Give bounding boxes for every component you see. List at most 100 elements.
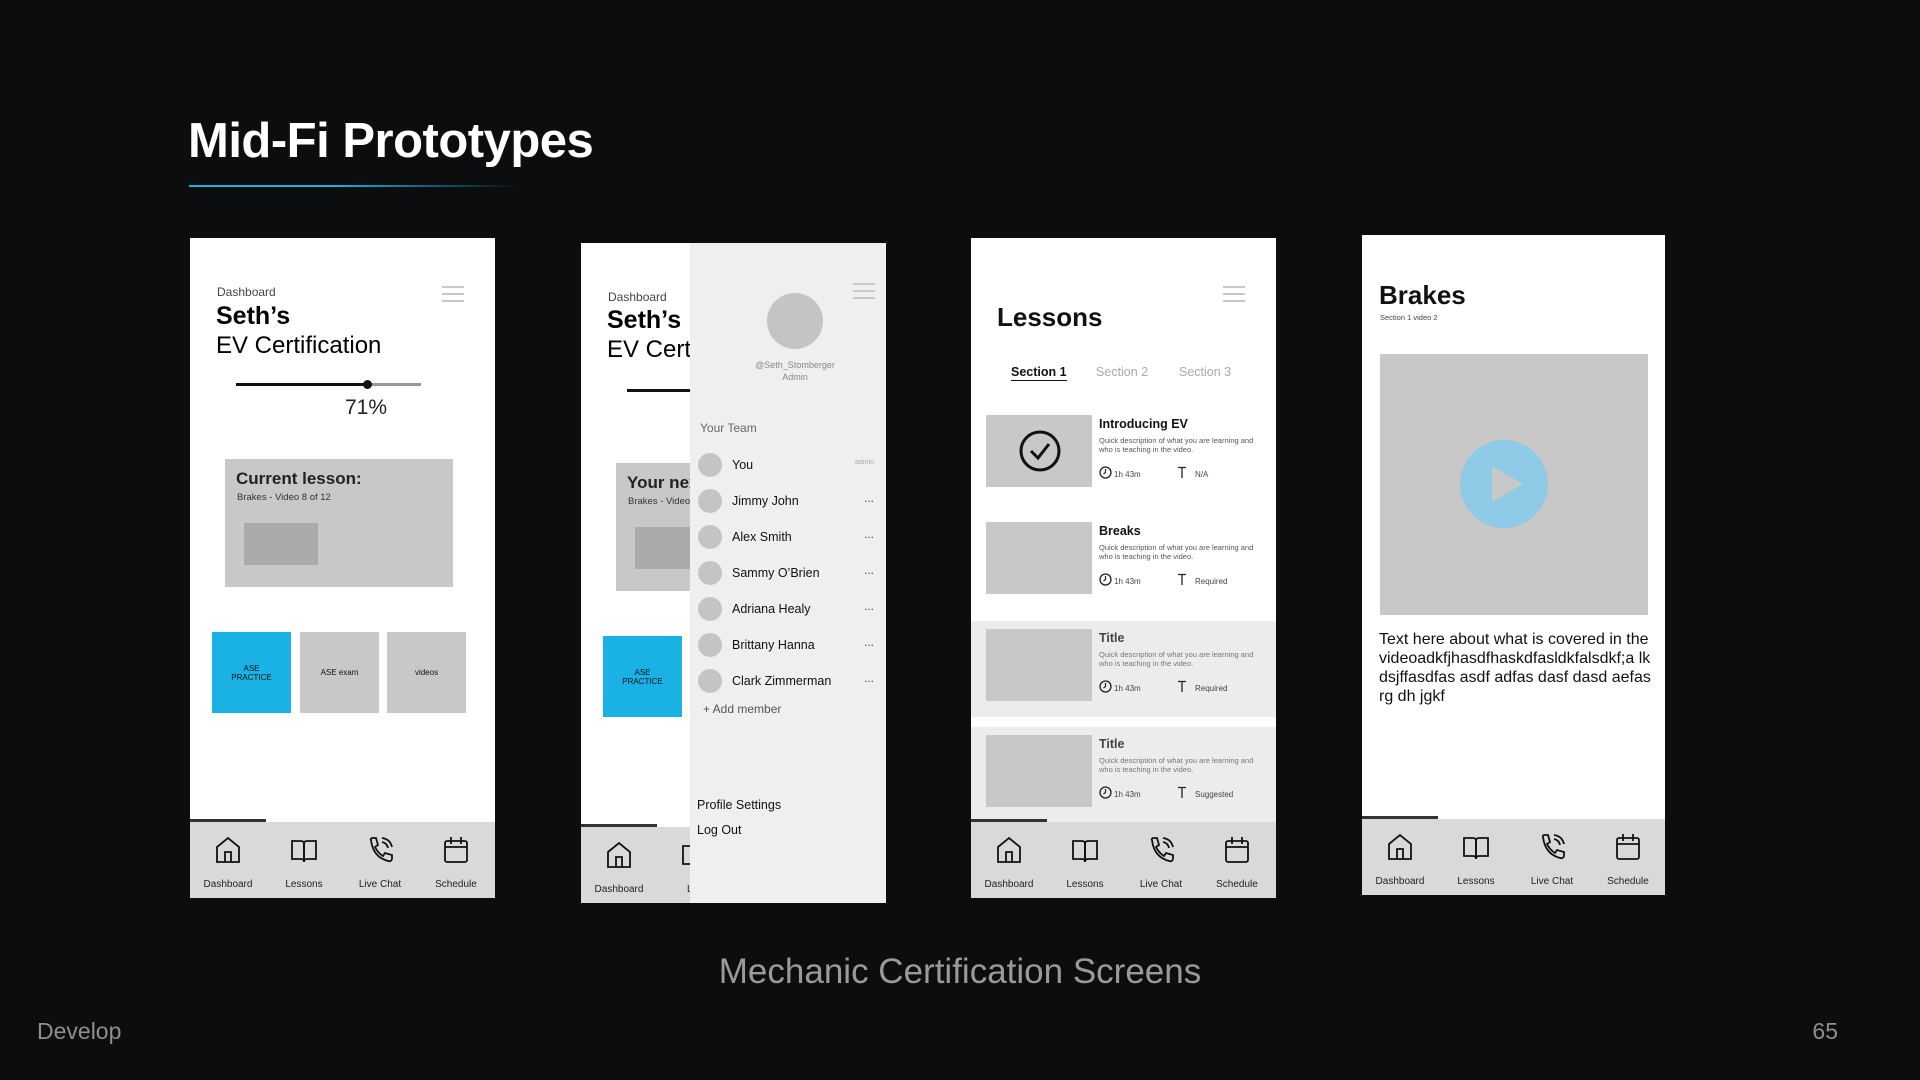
calendar-icon xyxy=(1616,834,1640,860)
more-options-icon[interactable]: ... xyxy=(864,491,874,505)
menu-icon[interactable] xyxy=(853,283,875,299)
member-avatar xyxy=(698,453,722,477)
lesson-status: N/A xyxy=(1195,470,1209,479)
video-player[interactable] xyxy=(1380,354,1648,615)
team-member-row[interactable]: You admin xyxy=(698,451,874,479)
nav-dashboard[interactable]: Dashboard xyxy=(971,822,1047,898)
home-icon xyxy=(1388,833,1412,860)
lesson-description: Quick description of what you are learni… xyxy=(1099,650,1254,668)
video-subtitle: Section 1 video 2 xyxy=(1380,313,1438,322)
clock-icon xyxy=(1099,680,1112,693)
log-out-link[interactable]: Log Out xyxy=(697,823,741,837)
lesson-item[interactable]: Title Quick description of what you are … xyxy=(971,621,1276,717)
member-avatar xyxy=(698,669,722,693)
nav-label: Live Chat xyxy=(1530,876,1574,887)
lesson-title: Introducing EV xyxy=(1099,417,1188,431)
nav-dashboard[interactable]: Dashboard xyxy=(190,822,266,898)
current-lesson-subtitle: Brakes - Video 8 of 12 xyxy=(237,492,331,503)
lesson-duration: 1h 43m xyxy=(1114,470,1141,479)
video-title: Brakes xyxy=(1379,280,1466,310)
team-member-row[interactable]: Jimmy John ... xyxy=(698,487,874,515)
nav-label: Live Chat xyxy=(358,879,402,890)
videos-label: videos xyxy=(414,668,439,677)
nav-live-chat[interactable]: Live Chat xyxy=(1514,819,1590,895)
tab-section-3[interactable]: Section 3 xyxy=(1179,365,1231,379)
member-role: admin xyxy=(854,459,874,466)
home-icon xyxy=(216,836,240,863)
menu-icon[interactable] xyxy=(442,286,464,302)
team-member-row[interactable]: Adriana Healy ... xyxy=(698,595,874,623)
progress-knob[interactable] xyxy=(363,380,373,389)
member-name: Brittany Hanna xyxy=(732,638,815,652)
member-avatar xyxy=(698,525,722,549)
book-icon xyxy=(1463,837,1489,860)
nav-dashboard[interactable]: Dashboard xyxy=(1362,819,1438,895)
lesson-item[interactable]: Title Quick description of what you are … xyxy=(971,727,1276,823)
nav-schedule[interactable]: Schedule xyxy=(418,822,494,898)
lesson-status: Suggested xyxy=(1195,790,1234,799)
profile-settings-link[interactable]: Profile Settings xyxy=(697,798,781,812)
progress-fill xyxy=(236,383,368,386)
clock-icon xyxy=(1099,466,1112,479)
member-name: Clark Zimmerman xyxy=(732,674,832,688)
tab-section-1[interactable]: Section 1 xyxy=(1011,365,1067,381)
team-member-row[interactable]: Brittany Hanna ... xyxy=(698,631,874,659)
play-icon[interactable] xyxy=(1459,439,1549,529)
more-options-icon[interactable]: ... xyxy=(864,563,874,577)
phone-dashboard-menu: Dashboard Seth’s EV Cert Your nex Brakes… xyxy=(581,243,886,903)
more-options-icon[interactable]: ... xyxy=(864,599,874,613)
lesson-thumbnail xyxy=(244,523,318,565)
team-member-row[interactable]: Alex Smith ... xyxy=(698,523,874,551)
nav-label: Schedule xyxy=(435,879,477,890)
lesson-item[interactable]: Breaks Quick description of what you are… xyxy=(971,522,1276,602)
nav-live-chat[interactable]: Live Chat xyxy=(342,822,418,898)
dashboard-header: Dashboard xyxy=(608,290,667,304)
phone-icon xyxy=(1150,837,1174,863)
nav-lessons[interactable]: Lessons xyxy=(266,822,342,898)
lesson-status: Required xyxy=(1195,684,1228,693)
clock-icon xyxy=(1099,786,1112,799)
member-name: Sammy O’Brien xyxy=(732,566,820,580)
ase-practice-label: ASE PRACTICE xyxy=(231,663,272,682)
user-name-heading: Seth’s xyxy=(216,302,291,330)
phone-lessons: Lessons Section 1 Section 2 Section 3 In… xyxy=(971,238,1276,898)
nav-lessons[interactable]: Lessons xyxy=(1047,822,1123,898)
nav-label: Dashboard xyxy=(1375,876,1425,887)
ase-exam-tile[interactable]: ASE exam xyxy=(300,632,379,713)
current-lesson-subtitle: Brakes - Video xyxy=(628,496,691,507)
member-avatar xyxy=(698,633,722,657)
pin-icon xyxy=(1178,786,1186,798)
ase-exam-label: ASE exam xyxy=(320,668,359,677)
current-lesson-title: Your nex xyxy=(627,473,699,492)
lesson-status: Required xyxy=(1195,577,1228,586)
ase-practice-tile[interactable]: ASE PRACTICE xyxy=(212,632,291,713)
nav-label: Live Chat xyxy=(1139,879,1183,890)
member-avatar xyxy=(698,489,722,513)
nav-label: Lessons xyxy=(285,879,323,890)
nav-lessons[interactable]: Lessons xyxy=(1438,819,1514,895)
videos-tile[interactable]: videos xyxy=(387,632,466,713)
add-member-button[interactable]: + Add member xyxy=(703,702,781,716)
more-options-icon[interactable]: ... xyxy=(864,671,874,685)
team-label: Your Team xyxy=(700,421,757,435)
nav-schedule[interactable]: Schedule xyxy=(1590,819,1665,895)
team-member-row[interactable]: Clark Zimmerman ... xyxy=(698,667,874,695)
menu-icon[interactable] xyxy=(1223,286,1245,302)
nav-live-chat[interactable]: Live Chat xyxy=(1123,822,1199,898)
tab-section-2[interactable]: Section 2 xyxy=(1096,365,1148,379)
team-member-row[interactable]: Sammy O’Brien ... xyxy=(698,559,874,587)
pin-icon xyxy=(1178,680,1186,692)
nav-schedule[interactable]: Schedule xyxy=(1199,822,1275,898)
more-options-icon[interactable]: ... xyxy=(864,527,874,541)
nav-dashboard[interactable]: Dashboard xyxy=(581,827,657,903)
more-options-icon[interactable]: ... xyxy=(864,635,874,649)
profile-avatar[interactable] xyxy=(767,293,823,349)
nav-label: Lessons xyxy=(1457,876,1495,887)
member-name: You xyxy=(732,458,754,472)
ase-practice-tile[interactable]: ASE PRACTICE xyxy=(603,636,682,717)
member-name: Jimmy John xyxy=(732,494,799,508)
current-lesson-card[interactable]: Current lesson: Brakes - Video 8 of 12 xyxy=(225,459,453,587)
profile-role: Admin xyxy=(782,372,808,382)
lesson-item[interactable]: Introducing EV Quick description of what… xyxy=(971,415,1276,495)
nav-label: Schedule xyxy=(1216,879,1258,890)
